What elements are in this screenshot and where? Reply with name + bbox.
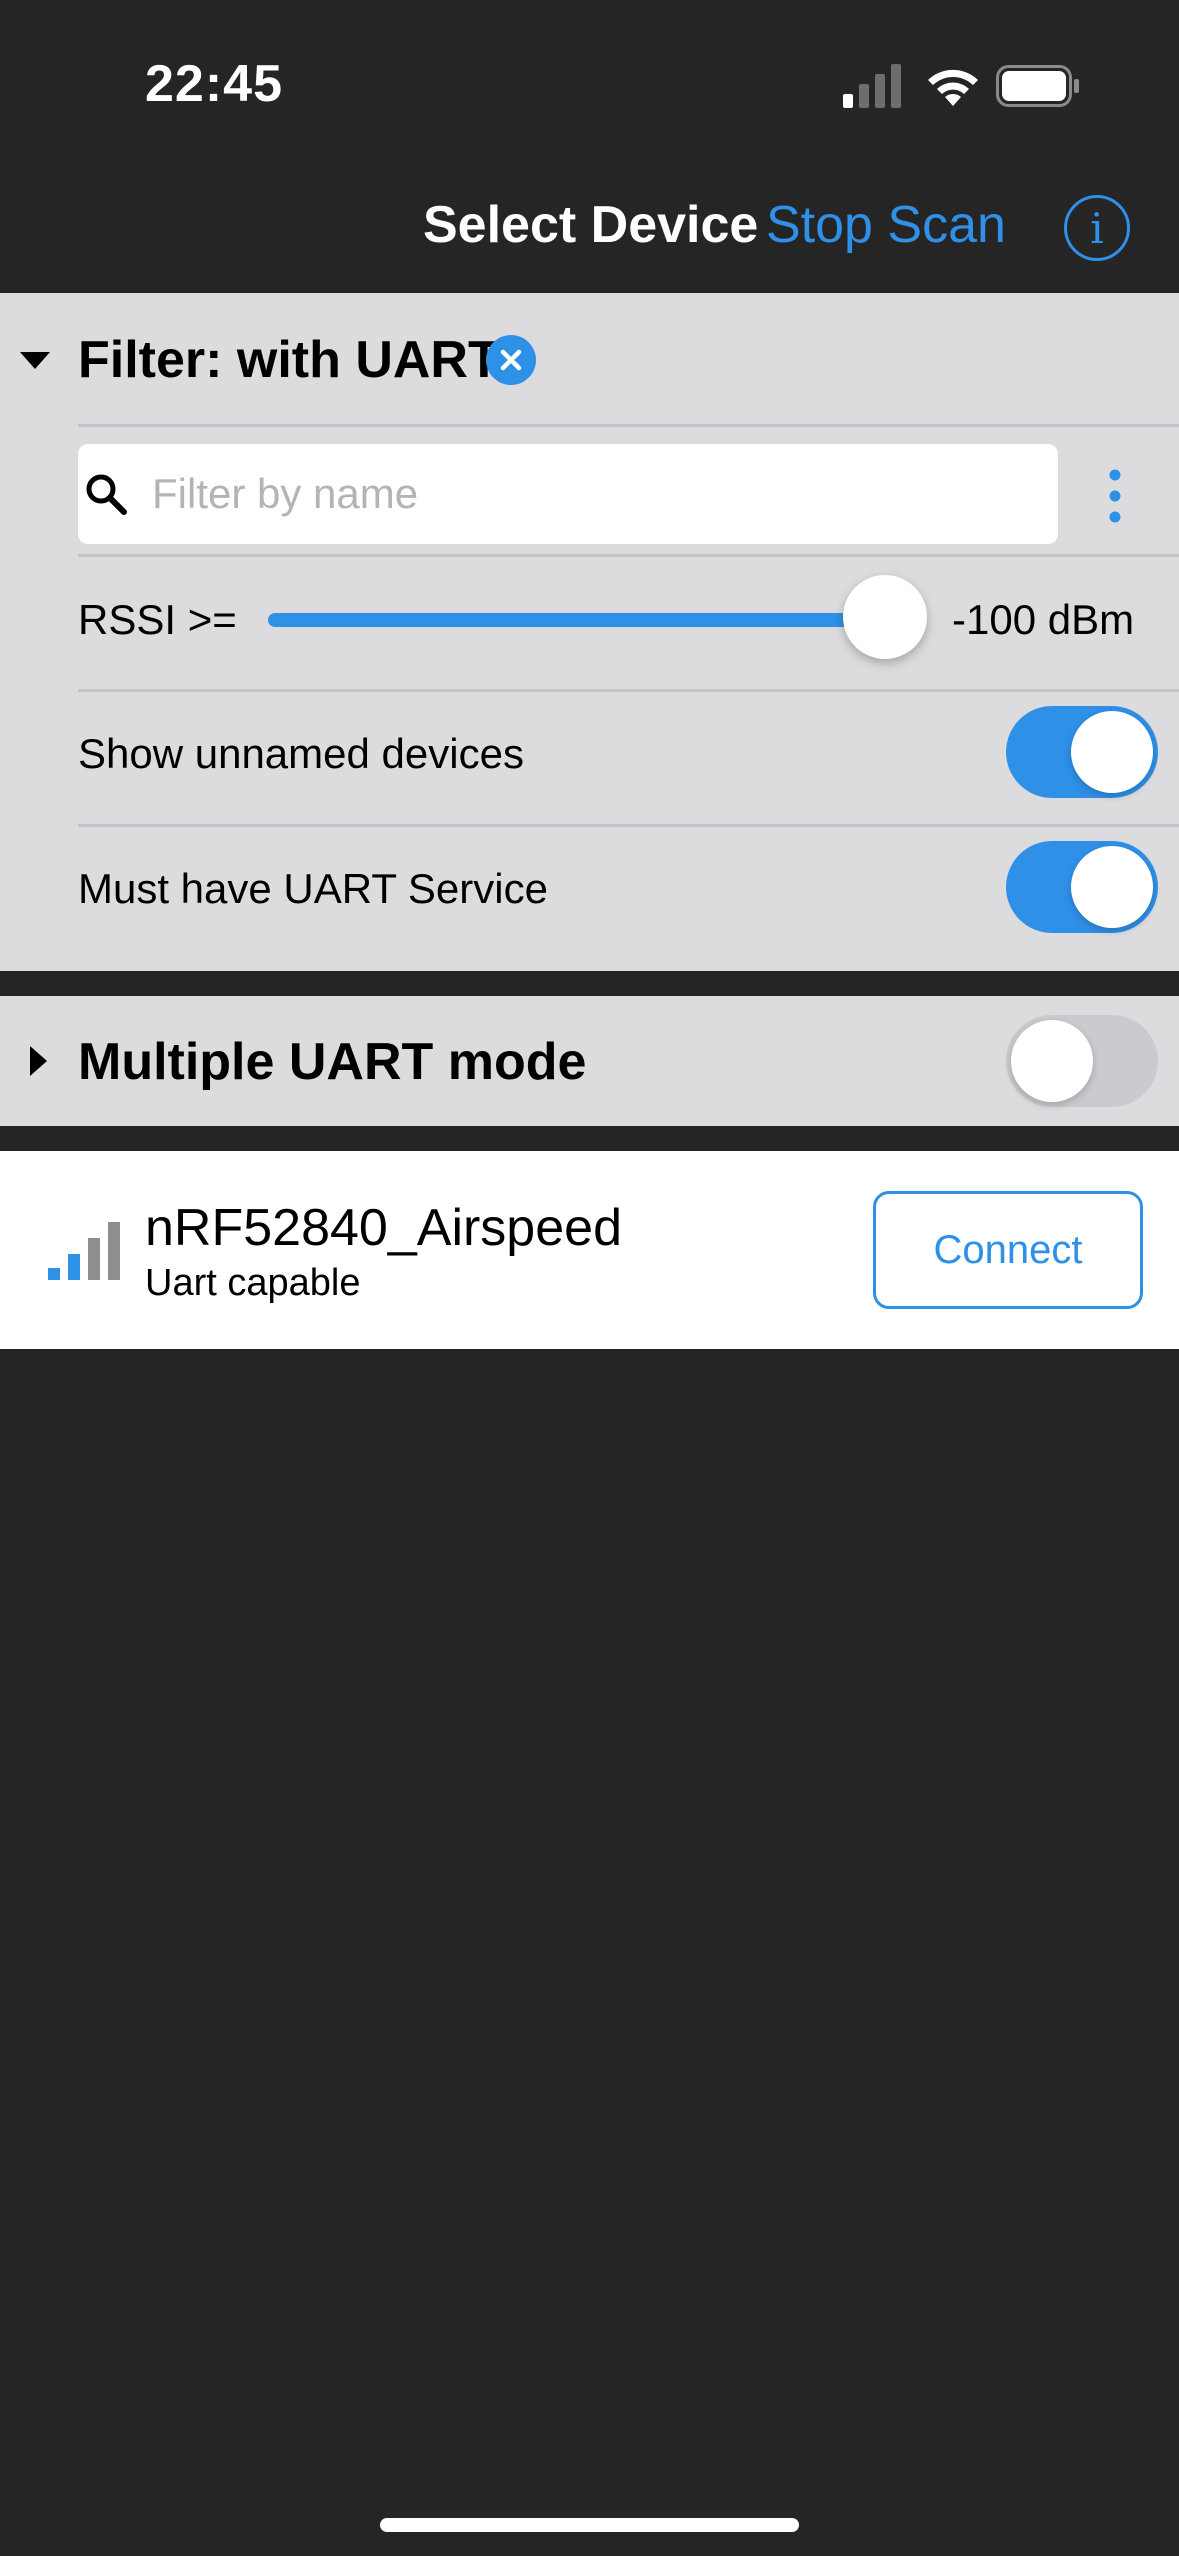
filter-title[interactable]: Filter: with UART — [78, 330, 500, 390]
search-input[interactable] — [152, 452, 1032, 536]
must-have-uart-toggle[interactable] — [1006, 841, 1158, 933]
chevron-down-icon[interactable] — [20, 350, 50, 370]
signal-strength-icon — [48, 1222, 120, 1280]
divider — [78, 824, 1179, 827]
connect-button[interactable]: Connect — [873, 1191, 1143, 1309]
stop-scan-button[interactable]: Stop Scan — [766, 195, 1006, 255]
more-options-icon[interactable] — [1100, 468, 1130, 524]
device-subtitle: Uart capable — [145, 1262, 361, 1304]
divider — [78, 554, 1179, 557]
divider — [78, 424, 1179, 427]
clear-filter-icon[interactable] — [486, 335, 536, 385]
search-icon — [86, 474, 127, 515]
battery-icon — [996, 65, 1079, 107]
rssi-value: -100 dBm — [952, 596, 1135, 643]
info-icon[interactable]: i — [1064, 195, 1130, 261]
rssi-slider-thumb[interactable] — [843, 575, 927, 659]
device-name: nRF52840_Airspeed — [145, 1199, 622, 1257]
rssi-slider-track[interactable] — [268, 613, 888, 627]
multiple-uart-toggle[interactable] — [1006, 1015, 1158, 1107]
cellular-signal-icon — [843, 64, 901, 108]
rssi-label: RSSI >= — [78, 596, 237, 643]
toggle-knob — [1011, 1020, 1093, 1102]
must-have-uart-label: Must have UART Service — [78, 865, 548, 912]
divider — [78, 689, 1179, 692]
toggle-knob — [1071, 846, 1153, 928]
home-indicator[interactable] — [380, 2518, 799, 2532]
chevron-right-icon[interactable] — [28, 1046, 48, 1076]
page-title: Select Device — [423, 196, 759, 254]
show-unnamed-label: Show unnamed devices — [78, 730, 524, 777]
show-unnamed-toggle[interactable] — [1006, 706, 1158, 798]
multiple-uart-label: Multiple UART mode — [78, 1033, 587, 1091]
wifi-icon — [928, 69, 978, 106]
status-time: 22:45 — [145, 55, 283, 113]
toggle-knob — [1071, 711, 1153, 793]
